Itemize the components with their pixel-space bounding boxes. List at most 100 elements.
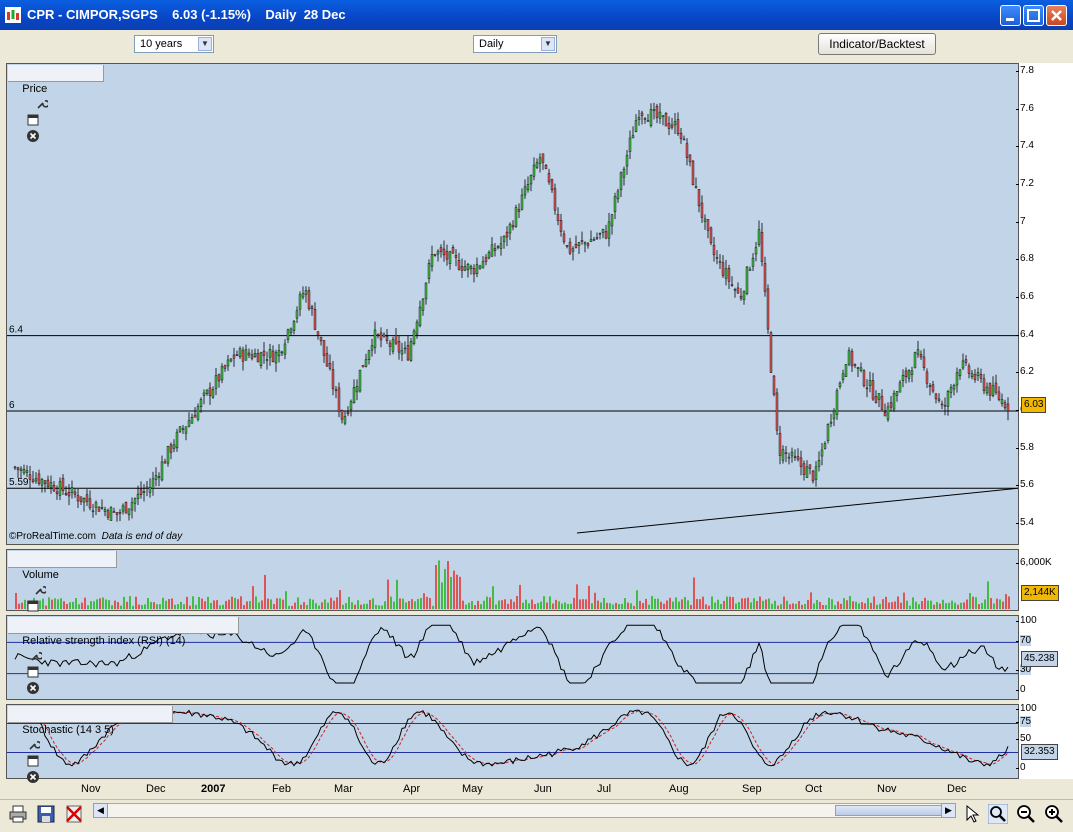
candle <box>130 497 134 519</box>
volume-bar <box>264 574 266 609</box>
candle <box>259 351 263 369</box>
maximize-button[interactable] <box>1023 5 1044 26</box>
window-icon[interactable] <box>27 666 39 678</box>
candle <box>592 236 596 242</box>
volume-bar <box>687 600 689 609</box>
candle <box>91 504 95 518</box>
candle <box>331 360 335 396</box>
volume-bar <box>54 598 56 609</box>
maximize-icon <box>1027 9 1040 22</box>
volume-panel[interactable]: Volume <box>6 549 1019 628</box>
candle <box>217 373 221 388</box>
save-icon[interactable] <box>36 804 56 824</box>
volume-bar <box>924 597 926 609</box>
candle <box>292 320 296 335</box>
zoom-out-icon[interactable] <box>1016 804 1036 824</box>
volume-bar <box>192 596 194 609</box>
chevron-down-icon[interactable]: ▼ <box>541 37 555 51</box>
candle <box>703 214 707 230</box>
time-axis-label: Aug <box>669 783 689 795</box>
window-icon[interactable] <box>27 755 39 767</box>
candle <box>484 254 488 266</box>
toolbar: 10 years ▼ Daily ▼ Indicator/Backtest <box>0 30 1073 58</box>
scroll-right-icon[interactable]: ▶ <box>941 803 956 818</box>
volume-bar <box>312 599 314 609</box>
candle <box>763 256 767 297</box>
candle <box>214 368 218 395</box>
volume-chart[interactable] <box>7 550 1018 610</box>
volume-bar <box>378 605 380 609</box>
close-icon <box>1051 10 1062 21</box>
range-select[interactable]: 10 years ▼ <box>134 35 214 53</box>
volume-bar <box>498 600 500 609</box>
time-scrollbar[interactable] <box>93 803 956 818</box>
zoom-fit-icon[interactable] <box>988 804 1008 824</box>
wrench-icon[interactable] <box>28 739 41 751</box>
trend-line[interactable] <box>576 487 1018 534</box>
price-chart[interactable]: 6.4 6 5.59 <box>7 64 1018 544</box>
volume-bar <box>801 604 803 609</box>
volume-bar <box>348 596 350 609</box>
close-panel-icon[interactable] <box>27 682 40 694</box>
volume-bar <box>876 604 878 609</box>
close-panel-icon[interactable] <box>27 771 40 783</box>
candle <box>223 364 227 372</box>
candle <box>370 338 374 357</box>
volume-bar <box>732 597 734 609</box>
candle <box>994 374 998 395</box>
candle <box>967 363 971 379</box>
window-icon[interactable] <box>27 600 39 612</box>
price-panel[interactable]: 6.4 6 5.59 Price ©ProRealTime.com Data is … <box>6 63 1019 545</box>
candle <box>166 445 170 467</box>
volume-bar <box>240 596 242 609</box>
scroll-left-icon[interactable]: ◀ <box>93 803 108 818</box>
volume-bar <box>669 597 671 609</box>
print-icon[interactable] <box>8 804 28 824</box>
volume-bar <box>120 605 122 609</box>
candle <box>526 176 530 193</box>
window-icon[interactable] <box>27 114 39 126</box>
rsi-panel[interactable]: Relative strength index (RSI) (14) <box>6 615 1019 700</box>
zoom-in-icon[interactable] <box>1044 804 1064 824</box>
close-button[interactable] <box>1046 5 1067 26</box>
stop-connection-icon[interactable] <box>64 804 84 824</box>
candle <box>220 363 224 384</box>
candle <box>811 469 815 484</box>
interval-select[interactable]: Daily ▼ <box>473 35 557 53</box>
wrench-icon[interactable] <box>36 98 49 110</box>
wrench-icon[interactable] <box>30 650 43 662</box>
cursor-icon[interactable] <box>962 804 982 824</box>
candle <box>751 253 755 272</box>
price-axis-tick: 7.2 <box>1016 178 1034 189</box>
candle <box>481 256 485 269</box>
scrollbar-thumb[interactable] <box>835 805 945 816</box>
volume-bar <box>885 596 887 609</box>
minimize-button[interactable] <box>1000 5 1021 26</box>
volume-bar <box>591 603 593 609</box>
volume-bar <box>300 604 302 609</box>
candle <box>613 192 617 220</box>
candle <box>178 426 182 433</box>
candle <box>757 220 761 247</box>
stochastic-panel[interactable]: Stochastic (14 3 5) <box>6 704 1019 783</box>
candle <box>538 153 542 173</box>
close-panel-icon[interactable] <box>27 130 40 142</box>
rsi-panel-header: Relative strength index (RSI) (14) <box>8 617 239 694</box>
volume-bar <box>915 601 917 609</box>
indicator-backtest-button[interactable]: Indicator/Backtest <box>818 33 936 55</box>
volume-bar <box>108 600 110 609</box>
candle <box>607 212 611 247</box>
volume-bar <box>117 602 119 609</box>
candle <box>1006 397 1010 421</box>
volume-bar <box>537 602 539 609</box>
volume-bar <box>576 584 578 609</box>
candle <box>226 354 230 371</box>
chevron-down-icon[interactable]: ▼ <box>198 37 212 51</box>
candle <box>700 195 704 224</box>
volume-bar <box>879 603 881 609</box>
candle <box>358 369 362 393</box>
volume-bar <box>255 596 257 609</box>
wrench-icon[interactable] <box>34 584 47 596</box>
candle <box>265 351 269 370</box>
volume-bar <box>888 602 890 609</box>
